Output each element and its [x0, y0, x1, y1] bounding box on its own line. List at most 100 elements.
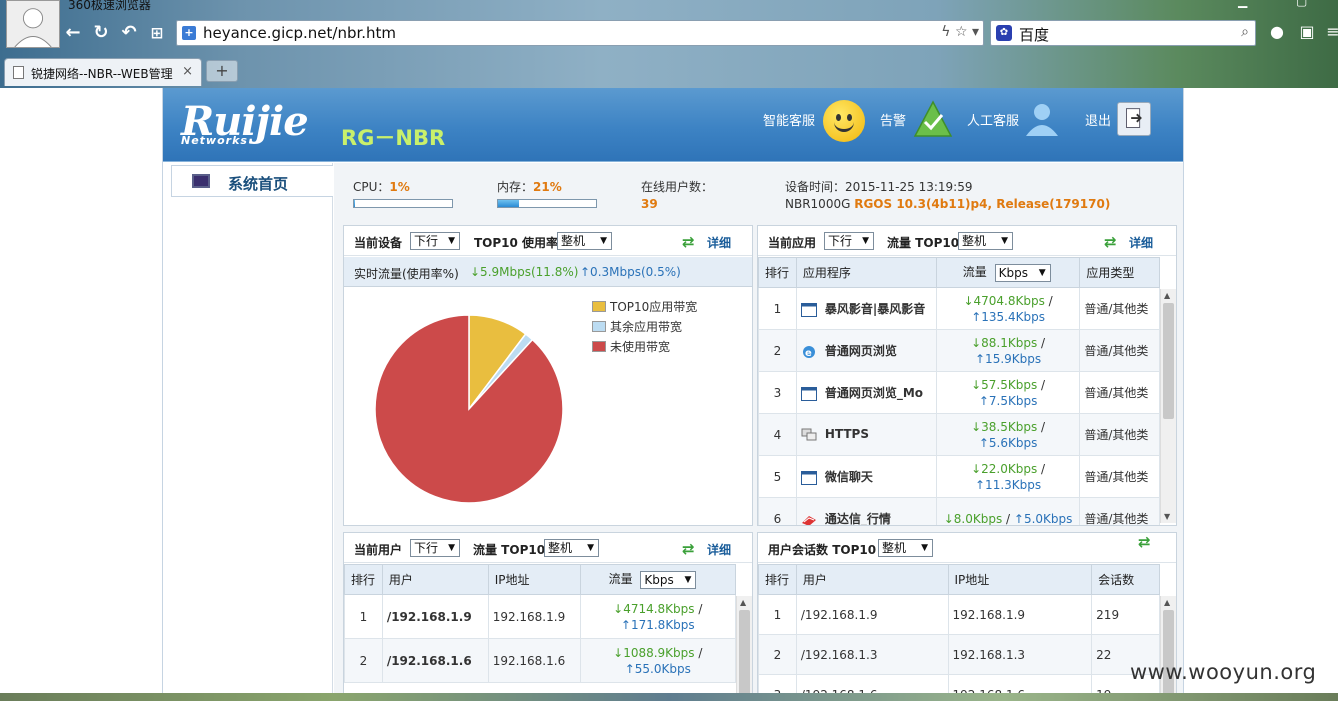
traffic-separator: / [1048, 293, 1053, 308]
scroll-thumb[interactable] [739, 610, 750, 701]
table-row[interactable]: 2 e 普通网页浏览 ↓88.1Kbps / ↑15.9Kbps 普通/其他类 [758, 329, 1160, 372]
refresh-icon[interactable]: ⇄ [682, 233, 695, 251]
table-row[interactable]: 2/192.168.1.3 192.168.1.3 22 [758, 634, 1160, 675]
traffic-cell: ↓88.1Kbps / ↑15.9Kbps [935, 329, 1081, 372]
new-tab-button[interactable]: + [206, 60, 238, 82]
tab-close-icon[interactable]: × [182, 64, 193, 79]
app-name-cell[interactable]: 微信聊天 [795, 455, 937, 498]
human-service-link[interactable]: 人工客服 [967, 110, 1019, 129]
legend-label: 其余应用带宽 [610, 320, 683, 334]
lightning-icon[interactable]: ϟ [941, 24, 950, 40]
traffic-down: ↓4704.8Kbps [963, 293, 1045, 308]
session-scope-select[interactable]: 整机 ▼ [878, 539, 933, 557]
rank-cell: 2 [758, 329, 797, 372]
apps-icon[interactable]: ⊞ [146, 22, 168, 44]
table-row[interactable]: 2/192.168.1.6 192.168.1.6 ↓1088.9Kbps / ↑5… [344, 638, 737, 683]
app-name[interactable]: 通达信_行情 [825, 512, 891, 525]
smart-service-link[interactable]: 智能客服 [763, 110, 815, 129]
app-name[interactable]: 暴风影音|暴风影音 [825, 302, 925, 316]
refresh-icon[interactable]: ⇄ [682, 540, 695, 558]
traffic-cell: ↓1088.9Kbps / ↑55.0Kbps [579, 638, 737, 683]
scroll-up-icon[interactable]: ▲ [1164, 598, 1170, 607]
app-unit-select[interactable]: Kbps ▼ [994, 263, 1051, 282]
app-name[interactable]: 普通网页浏览 [825, 344, 897, 358]
app-table-scrollbar[interactable]: ▲ ▼ [1160, 289, 1176, 523]
refresh-icon[interactable]: ⇄ [1104, 233, 1117, 251]
app-name-cell[interactable]: HTTPS [795, 413, 937, 456]
chevron-down-icon: ▼ [448, 236, 455, 246]
cookie-icon[interactable]: ● [1266, 22, 1288, 44]
user-link[interactable]: /192.168.1.9 [381, 594, 489, 639]
chevron-down-icon: ▼ [1038, 267, 1046, 278]
app-name[interactable]: 普通网页浏览_Mo [825, 386, 923, 400]
scroll-up-icon[interactable]: ▲ [1164, 291, 1170, 300]
reload-icon[interactable]: ↻ [90, 22, 112, 44]
profile-avatar[interactable] [6, 0, 60, 48]
bandwidth-pie-chart [374, 314, 564, 504]
mem-label: 内存： [497, 180, 534, 194]
app-detail-link[interactable]: 详细 [1129, 234, 1153, 251]
scroll-thumb[interactable] [1163, 610, 1174, 701]
user-unit-select[interactable]: Kbps ▼ [640, 570, 697, 589]
user-link[interactable]: /192.168.1.6 [381, 638, 489, 683]
traffic-separator: / [1006, 511, 1011, 526]
address-url[interactable]: heyance.gicp.net/nbr.htm [203, 24, 396, 42]
printer-icon[interactable]: ▣ [1296, 22, 1318, 44]
search-icon[interactable]: ⌕ [1241, 24, 1249, 40]
user-scope-select[interactable]: 整机 ▼ [544, 539, 599, 557]
monitor-icon [192, 174, 210, 188]
exit-icon[interactable] [1117, 102, 1151, 136]
minimize-icon[interactable]: ▁ [1238, 0, 1247, 8]
menu-icon[interactable]: ≡ [1322, 22, 1338, 44]
sidebar: 系统首页 [163, 163, 333, 701]
traffic-separator: / [1041, 419, 1046, 434]
alarm-icon[interactable] [913, 100, 953, 138]
table-row[interactable]: 3 普通网页浏览_Mo ↓57.5Kbps / ↑7.5Kbps 普通/其他类 [758, 371, 1160, 414]
smiley-icon[interactable] [823, 100, 865, 142]
app-name[interactable]: 微信聊天 [825, 470, 873, 484]
app-name-cell[interactable]: e 普通网页浏览 [795, 329, 937, 372]
traffic-separator: / [1041, 335, 1046, 350]
undo-icon[interactable]: ↶ [118, 22, 140, 44]
security-shield-icon: + [182, 26, 196, 40]
device-detail-link[interactable]: 详细 [707, 234, 731, 251]
user-cell: /192.168.1.3 [795, 634, 949, 675]
session-table-scrollbar[interactable]: ▲ [1160, 596, 1176, 701]
scroll-thumb[interactable] [1163, 303, 1174, 419]
app-direction-select[interactable]: 下行 ▼ [824, 232, 874, 250]
alarm-link[interactable]: 告警 [880, 110, 906, 129]
table-row[interactable]: 6 通达信_行情 ↓8.0Kbps / ↑5.0Kbps 普通/其他类 [758, 497, 1160, 526]
user-panel-header: 当前用户 下行 ▼ 流量 TOP10 整机 ▼ ⇄ 详细 [344, 533, 752, 563]
browser-tab[interactable]: 锐捷网络--NBR--WEB管理 × [4, 58, 202, 86]
maximize-icon[interactable]: ▢ [1296, 0, 1307, 8]
app-scope-select[interactable]: 整机 ▼ [958, 232, 1013, 250]
app-name-cell[interactable]: 通达信_行情 [795, 497, 937, 525]
dropdown-arrow-icon[interactable]: ▾ [972, 24, 979, 40]
search-box[interactable]: ✿ 百度 ⌕ [990, 20, 1256, 46]
device-scope-select[interactable]: 整机 ▼ [557, 232, 612, 250]
back-icon[interactable]: ← [62, 22, 84, 44]
table-row[interactable]: 5 微信聊天 ↓22.0Kbps / ↑11.3Kbps 普通/其他类 [758, 455, 1160, 498]
table-row[interactable]: 4 HTTPS ↓38.5Kbps / ↑5.6Kbps 普通/其他类 [758, 413, 1160, 456]
table-row[interactable]: 1 暴风影音|暴风影音 ↓4704.8Kbps / ↑135.4Kbps 普通/其他类 [758, 287, 1160, 330]
table-row[interactable]: 1/192.168.1.9 192.168.1.9 219 [758, 594, 1160, 635]
sidebar-item-home[interactable]: 系统首页 [171, 165, 333, 197]
scroll-up-icon[interactable]: ▲ [740, 598, 746, 607]
app-table: 排行 应用程序 流量 Kbps ▼ 应用类型 1 暴风影音|暴风影音 ↓4704.8K… [758, 257, 1160, 526]
scroll-down-icon[interactable]: ▼ [1164, 512, 1170, 521]
device-direction-select[interactable]: 下行 ▼ [410, 232, 460, 250]
user-direction-select[interactable]: 下行 ▼ [410, 539, 460, 557]
star-icon[interactable]: ☆ [955, 24, 968, 40]
app-name[interactable]: HTTPS [825, 427, 869, 441]
address-bar[interactable]: + heyance.gicp.net/nbr.htm ϟ ☆ ▾ [176, 20, 984, 46]
app-name-cell[interactable]: 普通网页浏览_Mo [795, 371, 937, 414]
logout-link[interactable]: 退出 [1085, 110, 1111, 129]
refresh-icon[interactable]: ⇄ [1138, 533, 1151, 551]
traffic-separator: / [1041, 377, 1046, 392]
person-icon[interactable] [1023, 100, 1061, 138]
user-table-scrollbar[interactable]: ▲ [736, 596, 752, 701]
app-name-cell[interactable]: 暴风影音|暴风影音 [795, 287, 937, 330]
user-detail-link[interactable]: 详细 [707, 541, 731, 558]
table-row[interactable]: 1/192.168.1.9 192.168.1.9 ↓4714.8Kbps / ↑1… [344, 594, 737, 639]
search-engine-label[interactable]: 百度 [1019, 24, 1049, 45]
